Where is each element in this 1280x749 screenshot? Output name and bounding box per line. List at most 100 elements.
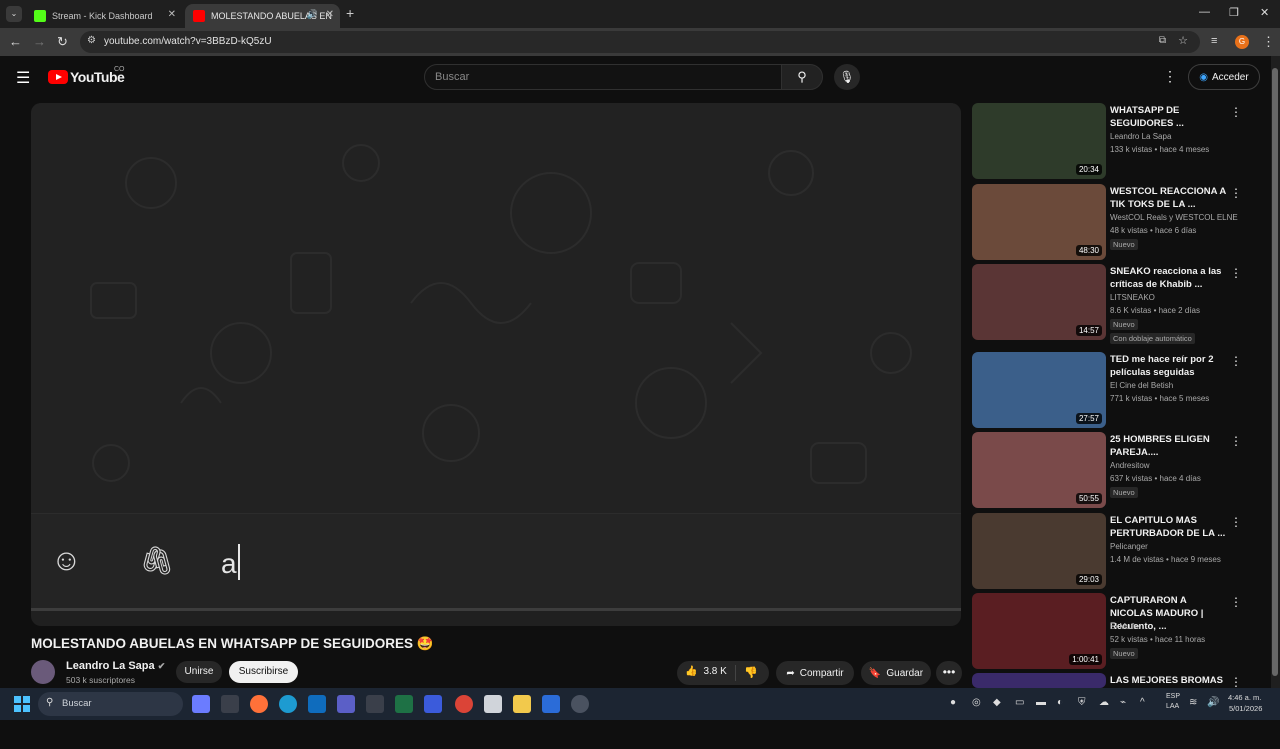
volume-icon[interactable]: 🔊 <box>1207 697 1219 708</box>
outlook-icon[interactable] <box>308 695 326 713</box>
app-icon[interactable] <box>424 695 442 713</box>
firefox-icon[interactable] <box>250 695 268 713</box>
calculator-icon[interactable] <box>366 695 384 713</box>
tray-security-icon[interactable]: ⛨ <box>1078 697 1086 708</box>
channel-avatar[interactable] <box>31 660 55 684</box>
more-options-icon[interactable]: ⋮ <box>1230 186 1242 200</box>
more-actions-button[interactable]: ••• <box>936 661 962 685</box>
tray-app-icon[interactable]: ● <box>950 697 956 708</box>
recommendation-channel[interactable]: WestCOL Reals y WESTCOL ELNE... <box>1110 213 1238 222</box>
close-tab-icon[interactable]: ✕ <box>168 9 176 20</box>
video-thumbnail[interactable]: 29:03 <box>972 513 1106 589</box>
hamburger-menu-icon[interactable]: ☰ <box>16 68 30 88</box>
video-thumbnail[interactable]: 48:30 <box>972 184 1106 260</box>
more-options-icon[interactable]: ⋮ <box>1230 354 1242 368</box>
file-explorer-icon[interactable] <box>513 695 531 713</box>
recommendation-item[interactable]: 27:57 TED me hace reír por 2 películas s… <box>972 352 1242 428</box>
recommendation-channel[interactable]: LITSNEAKO <box>1110 293 1238 302</box>
more-options-icon[interactable]: ⋮ <box>1230 266 1242 280</box>
more-options-icon[interactable]: ⋮ <box>1230 675 1242 689</box>
tab-kick-dashboard[interactable]: Stream - Kick Dashboard ✕ <box>26 4 182 28</box>
more-options-icon[interactable]: ⋮ <box>1230 105 1242 119</box>
clock-time[interactable]: 4:46 a. m. <box>1228 693 1261 702</box>
video-thumbnail[interactable]: 1:00:41 <box>972 593 1106 669</box>
new-tab-button[interactable]: + <box>346 5 354 21</box>
recommendation-title[interactable]: WHATSAPP DE SEGUIDORES ... <box>1110 104 1228 130</box>
recommendation-channel[interactable]: Pelicanger <box>1110 542 1238 551</box>
remote-desktop-icon[interactable] <box>542 695 560 713</box>
channel-name[interactable]: Leandro La Sapa ✔ <box>66 660 165 672</box>
dislike-button[interactable]: 👎 <box>744 666 758 679</box>
video-thumbnail[interactable]: 14:57 <box>972 264 1106 340</box>
search-button[interactable]: ⚲ <box>781 64 823 90</box>
signin-button[interactable]: ◉ Acceder <box>1188 64 1260 90</box>
recommendation-channel[interactable]: El Cine del Betish <box>1110 381 1238 390</box>
save-button[interactable]: 🔖 Guardar <box>861 661 931 685</box>
settings-more-icon[interactable]: ⋮ <box>1163 68 1177 85</box>
start-button[interactable] <box>14 696 30 712</box>
store-icon[interactable] <box>221 695 239 713</box>
tray-storage-icon[interactable]: ▬ <box>1036 697 1046 708</box>
more-options-icon[interactable]: ⋮ <box>1230 434 1242 448</box>
search-input[interactable]: Buscar <box>424 64 782 90</box>
settings-gear-icon[interactable] <box>571 695 589 713</box>
like-button[interactable]: 👍 3.8 K <box>685 666 727 677</box>
recommendation-channel[interactable]: El Muñe <box>1110 622 1238 631</box>
notepad-icon[interactable] <box>484 695 502 713</box>
forward-icon[interactable]: → <box>33 34 46 49</box>
video-player[interactable]: ☺ 🖇 a <box>31 103 961 626</box>
video-thumbnail[interactable]: 27:57 <box>972 352 1106 428</box>
url-text[interactable]: youtube.com/watch?v=3BBzD-kQ5zU <box>104 36 272 47</box>
tray-cloud-icon[interactable]: ☁ <box>1099 697 1109 708</box>
audio-playing-icon[interactable]: 🔊 <box>307 9 318 20</box>
tray-chevron-up-icon[interactable]: ^ <box>1140 697 1145 708</box>
recommendation-title[interactable]: WESTCOL REACCIONA A TIK TOKS DE LA ... <box>1110 185 1228 211</box>
profile-avatar[interactable]: G <box>1235 35 1249 49</box>
close-window-icon[interactable]: ✕ <box>1260 6 1269 19</box>
wifi-icon[interactable]: ≋ <box>1189 697 1197 708</box>
recommendation-item[interactable]: 1:00:41 CAPTURARON A NICOLAS MADURO | Re… <box>972 593 1242 669</box>
recommendation-item[interactable]: 20:34 WHATSAPP DE SEGUIDORES ... Leandro… <box>972 103 1242 179</box>
recommendation-item[interactable]: 14:57 SNEAKO reacciona a las críticas de… <box>972 264 1242 344</box>
back-icon[interactable]: ← <box>9 34 22 49</box>
page-scrollbar-thumb[interactable] <box>1272 68 1278 676</box>
more-options-icon[interactable]: ⋮ <box>1230 515 1242 529</box>
reload-icon[interactable]: ↻ <box>57 34 68 50</box>
recommendation-title[interactable]: TED me hace reír por 2 películas seguida… <box>1110 353 1228 379</box>
install-app-icon[interactable]: ⧉ <box>1159 35 1166 46</box>
address-bar[interactable]: ⚙ youtube.com/watch?v=3BBzD-kQ5zU ⧉ ☆ <box>80 31 1200 53</box>
tray-steam-icon[interactable]: ◎ <box>972 697 981 708</box>
video-thumbnail[interactable]: 20:34 <box>972 103 1106 179</box>
clock-date[interactable]: 5/01/2026 <box>1229 704 1262 713</box>
restore-icon[interactable]: ❐ <box>1229 6 1239 19</box>
recommendation-title[interactable]: 25 HOMBRES ELIGEN PAREJA.... <box>1110 433 1228 459</box>
reading-list-icon[interactable]: ≡ <box>1211 35 1217 47</box>
recommendation-item[interactable]: 50:55 25 HOMBRES ELIGEN PAREJA.... Andre… <box>972 432 1242 508</box>
keyboard-layout[interactable]: LAA <box>1166 703 1179 710</box>
share-button[interactable]: ➦ Compartir <box>776 661 854 685</box>
language-code[interactable]: ESP <box>1166 693 1180 700</box>
taskbar-search-input[interactable]: ⚲ Buscar <box>38 692 183 716</box>
chrome-icon[interactable] <box>455 695 473 713</box>
site-info-icon[interactable]: ⚙ <box>87 35 96 46</box>
tab-search-button[interactable]: ⌄ <box>6 6 22 22</box>
recommendation-channel[interactable]: Leandro La Sapa <box>1110 132 1238 141</box>
edge-icon[interactable] <box>279 695 297 713</box>
recommendation-title[interactable]: LAS MEJORES BROMAS <box>1110 674 1228 687</box>
browser-menu-icon[interactable]: ⋮ <box>1262 34 1275 50</box>
tab-youtube-video[interactable]: MOLESTANDO ABUELAS EN 🔊 ✕ <box>185 4 340 28</box>
video-thumbnail[interactable]: 50:55 <box>972 432 1106 508</box>
more-options-icon[interactable]: ⋮ <box>1230 595 1242 609</box>
youtube-logo[interactable]: YouTube <box>48 69 125 85</box>
tray-usb-icon[interactable]: ⌁ <box>1120 697 1126 708</box>
close-tab-icon[interactable]: ✕ <box>326 9 334 20</box>
minimize-icon[interactable]: — <box>1199 6 1210 18</box>
subscribe-button[interactable]: Suscribirse <box>229 661 298 683</box>
teams-icon[interactable] <box>337 695 355 713</box>
tray-discord-icon[interactable]: ◆ <box>993 697 1001 708</box>
join-button[interactable]: Unirse <box>176 661 222 683</box>
recommendation-item[interactable]: 48:30 WESTCOL REACCIONA A TIK TOKS DE LA… <box>972 184 1242 260</box>
recommendation-title[interactable]: SNEAKO reacciona a las críticas de Khabi… <box>1110 265 1228 291</box>
recommendation-item[interactable]: 29:03 EL CAPITULO MAS PERTURBADOR DE LA … <box>972 513 1242 589</box>
video-thumbnail[interactable] <box>972 673 1106 688</box>
